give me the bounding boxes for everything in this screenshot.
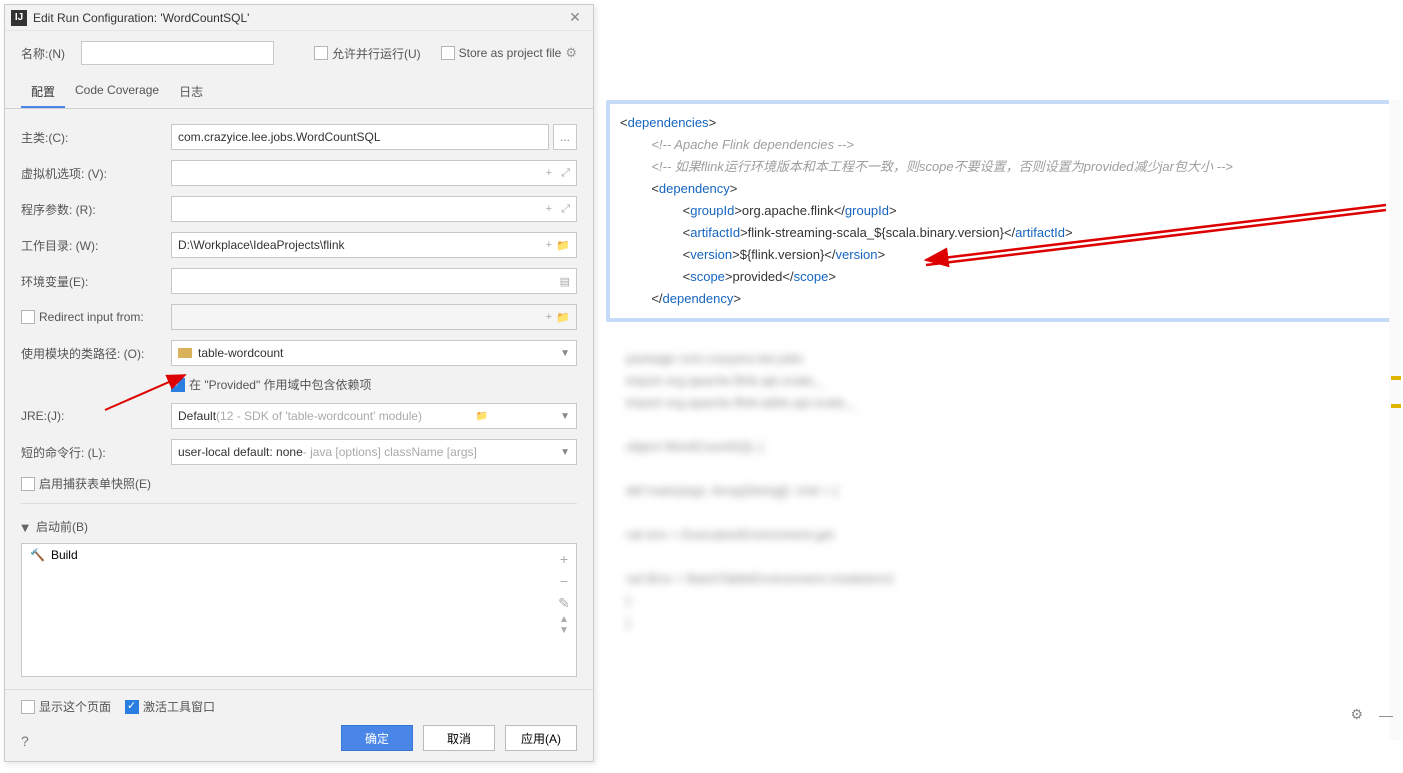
editor-scrollbar[interactable]	[1389, 100, 1401, 740]
working-dir-label: 工作目录: (W):	[21, 237, 171, 254]
store-project-checkbox[interactable]	[441, 46, 455, 60]
provided-label: 在 "Provided" 作用域中包含依赖项	[189, 376, 372, 393]
redirect-checkbox[interactable]	[21, 310, 35, 324]
add-icon[interactable]: +	[546, 167, 552, 179]
vm-options-label: 虚拟机选项: (V):	[21, 165, 171, 182]
vm-options-input[interactable]: + ⤢	[171, 160, 577, 186]
before-launch-label: 启动前(B)	[36, 520, 88, 534]
redirect-input: + 📁	[171, 304, 577, 330]
blurred-code: package com.crazyice.lee.jobs import org…	[606, 346, 1397, 632]
list-icon[interactable]: ▤	[560, 275, 570, 288]
add-task-button[interactable]: +	[556, 548, 572, 570]
settings-icon[interactable]: ⚙	[1350, 706, 1363, 723]
shorten-select[interactable]: user-local default: none - java [options…	[171, 439, 577, 465]
hammer-icon: 🔨	[30, 548, 45, 562]
dialog-title: Edit Run Configuration: 'WordCountSQL'	[33, 11, 563, 25]
module-classpath-select[interactable]: table-wordcount ▼	[171, 340, 577, 366]
tabs: 配置 Code Coverage 日志	[5, 77, 593, 109]
allow-parallel-checkbox[interactable]	[314, 46, 328, 60]
folder-icon: 📁	[556, 311, 570, 324]
help-button[interactable]: ?	[21, 733, 29, 749]
jre-select[interactable]: Default (12 - SDK of 'table-wordcount' m…	[171, 403, 577, 429]
chevron-down-icon: ▼	[560, 411, 570, 422]
tab-logs[interactable]: 日志	[169, 77, 213, 108]
expand-arrow-icon[interactable]: ▶	[19, 525, 30, 533]
snapshot-checkbox[interactable]	[21, 477, 35, 491]
working-dir-input[interactable]: D:\Workplace\IdeaProjects\flink + 📁	[171, 232, 577, 258]
tab-config[interactable]: 配置	[21, 77, 65, 108]
module-classpath-label: 使用模块的类路径: (O):	[21, 345, 171, 362]
chevron-down-icon: ▼	[560, 447, 570, 458]
folder-icon[interactable]: 📁	[476, 411, 488, 422]
warning-marker[interactable]	[1391, 376, 1401, 380]
annotation-arrow	[916, 200, 1396, 270]
edit-task-button[interactable]: ✎	[556, 592, 572, 614]
name-input[interactable]	[81, 41, 274, 65]
gear-icon[interactable]: ⚙	[565, 45, 577, 61]
store-project-label: Store as project file	[459, 46, 562, 60]
allow-parallel-label: 允许并行运行(U)	[332, 45, 421, 62]
shorten-label: 短的命令行: (L):	[21, 444, 171, 461]
ok-button[interactable]: 确定	[341, 725, 413, 751]
expand-icon[interactable]: ⤢	[561, 167, 570, 180]
add-icon[interactable]: +	[546, 203, 552, 215]
add-icon: +	[546, 311, 552, 323]
expand-icon[interactable]: ⤢	[561, 203, 570, 216]
editor-area: <dependencies> <!-- Apache Flink depende…	[606, 100, 1397, 760]
remove-task-button[interactable]: −	[556, 570, 572, 592]
chevron-down-icon: ▼	[560, 348, 570, 359]
before-launch-list: 🔨 Build + − ✎ ▲▼	[21, 543, 577, 677]
folder-icon[interactable]: 📁	[556, 239, 570, 252]
cancel-button[interactable]: 取消	[423, 725, 495, 751]
program-args-label: 程序参数: (R):	[21, 201, 171, 218]
run-config-dialog: IJ Edit Run Configuration: 'WordCountSQL…	[4, 4, 594, 762]
move-up-button[interactable]: ▲▼	[556, 614, 572, 636]
env-vars-label: 环境变量(E):	[21, 273, 171, 290]
module-icon	[178, 348, 192, 358]
activate-tool-checkbox[interactable]	[125, 700, 139, 714]
main-class-input[interactable]: com.crazyice.lee.jobs.WordCountSQL	[171, 124, 549, 150]
minimize-icon[interactable]: —	[1379, 707, 1393, 723]
annotation-arrow	[100, 360, 200, 420]
name-label: 名称:(N)	[21, 45, 81, 62]
env-vars-input[interactable]: ▤	[171, 268, 577, 294]
snapshot-label: 启用捕获表单快照(E)	[39, 475, 151, 492]
close-icon[interactable]: ✕	[563, 9, 587, 26]
redirect-label: Redirect input from:	[39, 310, 144, 324]
add-icon[interactable]: +	[546, 239, 552, 251]
build-task-row[interactable]: 🔨 Build	[22, 544, 576, 566]
browse-main-class-button[interactable]: ...	[553, 124, 577, 150]
tab-coverage[interactable]: Code Coverage	[65, 77, 169, 108]
warning-marker[interactable]	[1391, 404, 1401, 408]
app-icon: IJ	[11, 10, 27, 26]
show-page-checkbox[interactable]	[21, 700, 35, 714]
apply-button[interactable]: 应用(A)	[505, 725, 577, 751]
activate-tool-label: 激活工具窗口	[143, 698, 215, 715]
main-class-label: 主类:(C):	[21, 129, 171, 146]
program-args-input[interactable]: + ⤢	[171, 196, 577, 222]
show-page-label: 显示这个页面	[39, 698, 111, 715]
